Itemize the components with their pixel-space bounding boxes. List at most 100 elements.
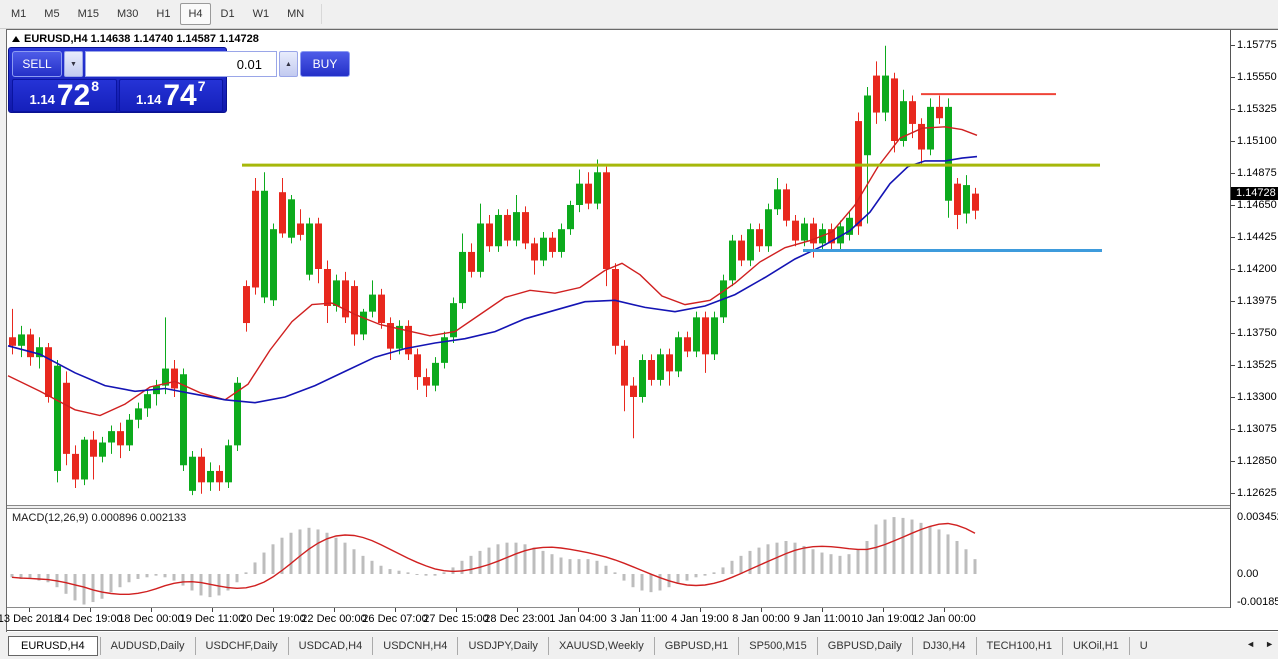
- price-axis-label: 1.12625: [1237, 487, 1277, 499]
- chart-title: EURUSD,H4 1.14638 1.14740 1.14587 1.1472…: [24, 33, 259, 45]
- time-axis-label: 18 Dec 00:00: [118, 613, 183, 625]
- chart-tab-u[interactable]: U: [1129, 637, 1158, 655]
- time-axis-label: 4 Jan 19:00: [671, 613, 729, 625]
- timeframe-button-h4[interactable]: H4: [180, 3, 210, 25]
- price-tick: [1231, 205, 1235, 206]
- one-click-trading-panel: SELL ▼ ▲ BUY 1.14 72 8 1.14 74 7: [8, 47, 227, 113]
- timeframe-button-m30[interactable]: M30: [109, 3, 146, 25]
- price-tick: [1231, 301, 1235, 302]
- toolbar-separator: [321, 4, 322, 24]
- time-tick: [883, 608, 884, 612]
- time-axis-label: 12 Jan 00:00: [912, 613, 976, 625]
- timeframe-button-h1[interactable]: H1: [148, 3, 178, 25]
- buy-price-prefix: 1.14: [136, 90, 161, 110]
- buy-price-main: 74: [163, 82, 196, 110]
- time-axis-label: 10 Jan 19:00: [851, 613, 915, 625]
- time-axis-label: 20 Dec 19:00: [240, 613, 305, 625]
- time-tick: [761, 608, 762, 612]
- buy-price-pip: 7: [198, 71, 206, 101]
- chart-tab-gbpusd-daily[interactable]: GBPUSD,Daily: [817, 637, 912, 655]
- chart-tab-usdcad-h4[interactable]: USDCAD,H4: [288, 637, 373, 655]
- sell-price-prefix: 1.14: [30, 90, 55, 110]
- price-tick: [1231, 109, 1235, 110]
- macd-histogram: [11, 517, 977, 604]
- price-axis-label: 1.13975: [1237, 295, 1277, 307]
- macd-chart[interactable]: [7, 509, 1230, 607]
- moving-average-slow: [8, 157, 977, 403]
- lot-increase-button[interactable]: ▲: [279, 51, 298, 77]
- tabs-scroll-left-icon[interactable]: ◄: [1246, 639, 1255, 649]
- chart-tab-bar: EURUSD,H4AUDUSD,DailyUSDCHF,DailyUSDCAD,…: [0, 632, 1278, 659]
- price-tick: [1231, 429, 1235, 430]
- moving-average-fast: [8, 127, 977, 416]
- time-axis-label: 26 Dec 07:00: [362, 613, 427, 625]
- price-axis-label: 1.15100: [1237, 135, 1277, 147]
- time-axis-label: 14 Dec 19:00: [57, 613, 122, 625]
- time-tick: [639, 608, 640, 612]
- candles-group: [9, 46, 979, 495]
- collapse-trade-panel-icon[interactable]: [12, 36, 20, 42]
- macd-indicator-label: MACD(12,26,9) 0.000896 0.002133: [12, 512, 186, 524]
- price-tick: [1231, 45, 1235, 46]
- time-tick: [273, 608, 274, 612]
- price-axis-label: 1.15775: [1237, 39, 1277, 51]
- macd-axis-label: 0.00: [1237, 568, 1258, 580]
- price-scale[interactable]: 1.157751.155501.153251.151001.148751.146…: [1231, 30, 1278, 608]
- macd-axis-label: 0.003452: [1237, 511, 1278, 523]
- time-axis-label: 22 Dec 00:00: [301, 613, 366, 625]
- tabs-scroll-right-icon[interactable]: ►: [1265, 639, 1274, 649]
- price-tick: [1231, 77, 1235, 78]
- chart-tab-sp500-m15[interactable]: SP500,M15: [738, 637, 816, 655]
- chart-tab-usdjpy-daily[interactable]: USDJPY,Daily: [457, 637, 548, 655]
- price-axis-label: 1.14200: [1237, 263, 1277, 275]
- price-axis-label: 1.13750: [1237, 327, 1277, 339]
- timeframe-toolbar: M1M5M15M30H1H4D1W1MN: [0, 0, 1278, 29]
- sell-button[interactable]: SELL: [12, 51, 62, 77]
- time-tick: [456, 608, 457, 612]
- buy-button[interactable]: BUY: [300, 51, 350, 77]
- lot-decrease-button[interactable]: ▼: [64, 51, 83, 77]
- time-axis-label: 1 Jan 04:00: [549, 613, 607, 625]
- chart-tab-tech100-h1[interactable]: TECH100,H1: [976, 637, 1062, 655]
- time-axis[interactable]: 13 Dec 201814 Dec 19:0018 Dec 00:0019 De…: [7, 608, 1278, 631]
- time-axis-label: 19 Dec 11:00: [180, 613, 245, 625]
- price-tick: [1231, 333, 1235, 334]
- chart-tab-gbpusd-h1[interactable]: GBPUSD,H1: [654, 637, 739, 655]
- time-tick: [334, 608, 335, 612]
- time-tick: [29, 608, 30, 612]
- chart-tab-ukoil-h1[interactable]: UKOil,H1: [1062, 637, 1129, 655]
- time-tick: [578, 608, 579, 612]
- time-axis-label: 8 Jan 00:00: [732, 613, 790, 625]
- macd-indicator-pane[interactable]: [7, 509, 1230, 607]
- price-axis-label: 1.14875: [1237, 167, 1277, 179]
- time-tick: [212, 608, 213, 612]
- time-tick: [90, 608, 91, 612]
- sell-price-main: 72: [57, 82, 90, 110]
- time-axis-label: 27 Dec 15:00: [423, 613, 488, 625]
- timeframe-button-m1[interactable]: M1: [3, 3, 34, 25]
- buy-price-display[interactable]: 1.14 74 7: [119, 79, 224, 112]
- sell-price-display[interactable]: 1.14 72 8: [12, 79, 117, 112]
- timeframe-button-m5[interactable]: M5: [36, 3, 67, 25]
- chart-tab-audusd-daily[interactable]: AUDUSD,Daily: [100, 637, 195, 655]
- time-axis-label: 3 Jan 11:00: [611, 613, 668, 625]
- time-axis-label: 13 Dec 2018: [0, 613, 60, 625]
- chart-tab-usdchf-daily[interactable]: USDCHF,Daily: [195, 637, 288, 655]
- price-tick: [1231, 141, 1235, 142]
- chart-tab-usdcnh-h4[interactable]: USDCNH,H4: [372, 637, 457, 655]
- price-axis-label: 1.13075: [1237, 423, 1277, 435]
- price-tick: [1231, 237, 1235, 238]
- timeframe-button-d1[interactable]: D1: [213, 3, 243, 25]
- timeframe-button-m15[interactable]: M15: [70, 3, 107, 25]
- lot-size-input[interactable]: [85, 51, 277, 77]
- chart-tab-eurusd-h4[interactable]: EURUSD,H4: [8, 636, 98, 656]
- macd-axis-label: -0.001851: [1237, 596, 1278, 608]
- time-tick: [944, 608, 945, 612]
- chart-tab-dj30-h4[interactable]: DJ30,H4: [912, 637, 976, 655]
- current-price-badge: 1.14728: [1231, 187, 1278, 200]
- time-tick: [151, 608, 152, 612]
- timeframe-button-w1[interactable]: W1: [245, 3, 278, 25]
- timeframe-button-mn[interactable]: MN: [279, 3, 312, 25]
- price-axis-label: 1.14650: [1237, 199, 1277, 211]
- chart-tab-xauusd-weekly[interactable]: XAUUSD,Weekly: [548, 637, 654, 655]
